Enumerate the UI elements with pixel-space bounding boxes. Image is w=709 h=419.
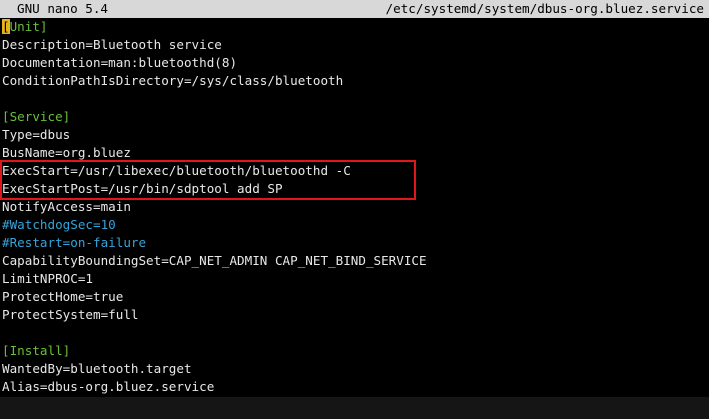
editor-line[interactable]: Documentation=man:bluetoothd(8) — [2, 54, 707, 72]
editor-line[interactable]: Alias=dbus-org.bluez.service — [2, 378, 707, 396]
editor-line[interactable]: #WatchdogSec=10 — [2, 216, 707, 234]
status-bar-area — [0, 397, 709, 419]
exec-lines-highlight-box — [0, 160, 416, 200]
editor-line[interactable]: CapabilityBoundingSet=CAP_NET_ADMIN CAP_… — [2, 252, 707, 270]
editor-buffer[interactable]: [Unit] Description=Bluetooth service Doc… — [2, 18, 707, 396]
file-path: /etc/systemd/system/dbus-org.bluez.servi… — [385, 1, 704, 16]
editor-line[interactable]: ProtectSystem=full — [2, 306, 707, 324]
editor-line[interactable]: #Restart=on-failure — [2, 234, 707, 252]
editor-line[interactable]: [Unit] — [2, 18, 707, 36]
editor-line[interactable]: ConditionPathIsDirectory=/sys/class/blue… — [2, 72, 707, 90]
editor-line[interactable] — [2, 90, 707, 108]
editor-line[interactable]: Type=dbus — [2, 126, 707, 144]
editor-line[interactable]: NotifyAccess=main — [2, 198, 707, 216]
editor-line[interactable]: LimitNPROC=1 — [2, 270, 707, 288]
editor-line[interactable]: WantedBy=bluetooth.target — [2, 360, 707, 378]
app-name: GNU nano 5.4 — [17, 1, 108, 16]
text-cursor: [ — [2, 19, 10, 34]
editor-line[interactable]: Description=Bluetooth service — [2, 36, 707, 54]
editor-line[interactable]: [Service] — [2, 108, 707, 126]
editor-line[interactable]: [Install] — [2, 342, 707, 360]
editor-line[interactable] — [2, 324, 707, 342]
editor-line[interactable]: ProtectHome=true — [2, 288, 707, 306]
nano-titlebar: GNU nano 5.4 /etc/systemd/system/dbus-or… — [0, 0, 709, 18]
section-unit-label: Unit] — [9, 19, 48, 34]
